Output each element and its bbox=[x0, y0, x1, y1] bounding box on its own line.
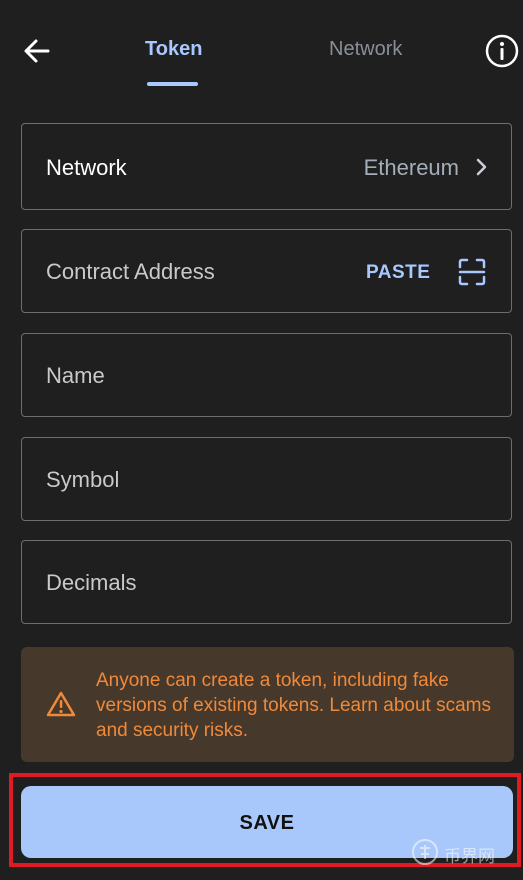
header: Token Network bbox=[0, 0, 523, 100]
name-field[interactable]: Name bbox=[21, 333, 512, 417]
symbol-label: Symbol bbox=[46, 467, 120, 492]
network-value: Ethereum bbox=[363, 155, 459, 180]
watermark-logo bbox=[412, 839, 438, 865]
warning-text: Anyone can create a token, including fak… bbox=[96, 668, 496, 743]
back-button[interactable] bbox=[22, 36, 52, 66]
name-label: Name bbox=[46, 363, 105, 388]
paste-button[interactable]: PASTE bbox=[366, 262, 430, 284]
warning-triangle-icon bbox=[46, 691, 76, 717]
decimals-field[interactable]: Decimals bbox=[21, 540, 512, 624]
info-button[interactable] bbox=[485, 34, 519, 68]
contract-address-label: Contract Address bbox=[46, 259, 215, 284]
scan-button[interactable] bbox=[457, 257, 487, 287]
watermark-text: 币界网 bbox=[444, 847, 495, 866]
tab-token[interactable]: Token bbox=[145, 38, 202, 61]
contract-address-field[interactable]: Contract Address PASTE bbox=[21, 229, 512, 313]
network-selector[interactable]: Network Ethereum bbox=[21, 123, 512, 210]
decimals-label: Decimals bbox=[46, 570, 137, 595]
scan-qr-icon bbox=[458, 258, 486, 286]
symbol-field[interactable]: Symbol bbox=[21, 437, 512, 521]
tab-network[interactable]: Network bbox=[329, 38, 402, 61]
warning-banner: Anyone can create a token, including fak… bbox=[21, 647, 514, 762]
active-tab-indicator bbox=[147, 82, 198, 86]
watermark: 币界网 bbox=[411, 838, 516, 866]
info-circle-icon bbox=[485, 34, 519, 68]
network-label: Network bbox=[46, 155, 127, 180]
chevron-right-icon bbox=[476, 158, 487, 176]
arrow-left-icon bbox=[24, 39, 50, 63]
